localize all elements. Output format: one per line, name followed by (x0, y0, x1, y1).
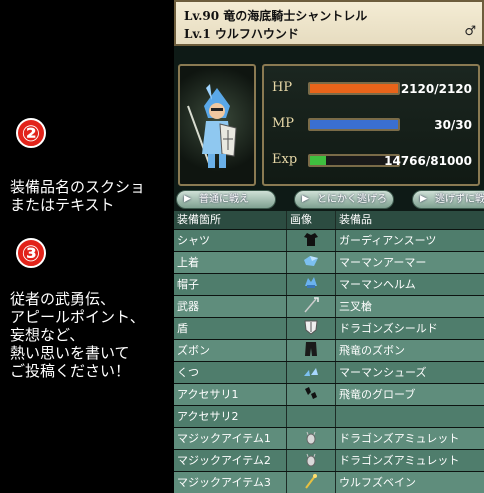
tactic-fight-label: 普通に戦え (199, 194, 249, 205)
fang-icon (302, 472, 320, 493)
item-name: ウルフズベイン (339, 476, 416, 489)
item-name: ドラゴンズアミュレット (339, 454, 460, 467)
item-name: ガーディアンスーツ (339, 234, 437, 247)
amulet-icon (302, 428, 320, 449)
helm-icon (302, 274, 320, 295)
armor-icon (302, 252, 320, 273)
tactic-button-no-flee[interactable]: ▶ 逃げずに戦 (412, 190, 484, 209)
item-name (336, 406, 484, 427)
table-row: マジックアイテム1 ドラゴンズアミュレット (174, 427, 484, 449)
step-badge-2: ② (16, 118, 46, 148)
instructions-panel: ② 装備品名のスクショ またはテキスト ③ 従者の武勇伝、 アピールポイント、 … (0, 0, 174, 493)
slot-name: アクセサリ1 (174, 384, 287, 405)
tactic-no-flee-label: 逃げずに戦 (435, 194, 484, 205)
slot-name: 武器 (174, 296, 287, 317)
table-row: マジックアイテム2 ドラゴンズアミュレット (174, 449, 484, 471)
step-3-text: 従者の武勇伝、 アピールポイント、 妄想など、 熱い思いを書いて ご投稿ください… (10, 290, 145, 380)
header-slot: 装備箇所 (174, 211, 287, 229)
item-image (287, 406, 336, 427)
table-row: ズボン 飛竜のズボン (174, 339, 484, 361)
table-row: アクセサリ2 (174, 405, 484, 427)
header-item: 装備品 (339, 213, 372, 226)
table-row: アクセサリ1 飛竜のグローブ (174, 383, 484, 405)
slot-name: マジックアイテム2 (174, 450, 287, 471)
table-row: 上着 マーマンアーマー (174, 251, 484, 273)
tactic-button-flee[interactable]: ▶ とにかく逃げろ (294, 190, 394, 209)
character-portrait (178, 64, 256, 186)
table-row: 盾 ドラゴンズシールド (174, 317, 484, 339)
item-image (287, 384, 336, 405)
mp-bar-fill (310, 120, 398, 129)
glove-icon (302, 384, 320, 405)
hp-value: 2120/2120 (400, 82, 472, 96)
item-name: マーマンシューズ (339, 366, 427, 379)
mp-label: MP (272, 116, 295, 131)
table-row: マジックアイテム3 ウルフズベイン (174, 471, 484, 493)
item-image (287, 472, 336, 493)
item-image (287, 274, 336, 295)
slot-name: 帽子 (174, 274, 287, 295)
header-image: 画像 (287, 211, 336, 229)
item-image (287, 318, 336, 339)
slot-name: シャツ (174, 230, 287, 251)
exp-bar-fill (310, 156, 326, 165)
item-name: マーマンアーマー (339, 256, 427, 269)
companion-title: Lv.1 ウルフハウンド (184, 27, 299, 41)
step-2-text: 装備品名のスクショ またはテキスト (10, 178, 146, 214)
stats-box: HP 2120/2120 MP 30/30 Exp 14766/81000 (262, 64, 480, 186)
pants-icon (302, 340, 320, 361)
equipment-table: 装備箇所 画像 装備品 シャツ ガーディアンスーツ 上着 マーマンアーマー 帽子 マーマン… (174, 211, 484, 493)
table-row: くつ マーマンシューズ (174, 361, 484, 383)
item-image (287, 428, 336, 449)
slot-name: 盾 (174, 318, 287, 339)
tactics-buttons: ▶ 普通に戦え ▶ とにかく逃げろ ▶ 逃げずに戦 (174, 190, 484, 210)
shield-icon (302, 318, 320, 339)
amulet-icon (302, 450, 320, 471)
mp-bar (308, 118, 400, 131)
spear-icon (302, 296, 320, 317)
play-icon: ▶ (420, 194, 427, 204)
mp-value: 30/30 (434, 118, 472, 132)
item-image (287, 340, 336, 361)
tactic-button-fight[interactable]: ▶ 普通に戦え (176, 190, 276, 209)
item-name: ドラゴンズシールド (339, 322, 438, 335)
item-name: 三叉槍 (339, 300, 372, 313)
item-image (287, 230, 336, 251)
play-icon: ▶ (302, 194, 309, 204)
hp-label: HP (272, 80, 293, 95)
item-name: ドラゴンズアミュレット (339, 432, 460, 445)
slot-name: くつ (174, 362, 287, 383)
shirt-icon (302, 230, 320, 251)
slot-name: 上着 (174, 252, 287, 273)
shoes-icon (302, 362, 320, 383)
character-header: Lv.90 竜の海底騎士シャントレル Lv.1 ウルフハウンド ♂ (174, 0, 484, 46)
table-header: 装備箇所 画像 装備品 (174, 211, 484, 229)
item-image (287, 450, 336, 471)
item-image (287, 362, 336, 383)
play-icon: ▶ (184, 194, 191, 204)
hp-bar (308, 82, 400, 95)
item-name: 飛竜のズボン (339, 344, 405, 357)
knight-sprite-icon (187, 82, 237, 168)
character-title: Lv.90 竜の海底騎士シャントレル (184, 9, 368, 23)
slot-name: ズボン (174, 340, 287, 361)
slot-name: アクセサリ2 (174, 406, 287, 427)
item-name: マーマンヘルム (339, 278, 416, 291)
gender-icon: ♂ (464, 24, 476, 39)
character-panel: Lv.90 竜の海底騎士シャントレル Lv.1 ウルフハウンド ♂ HP 212… (174, 0, 484, 493)
table-row: 帽子 マーマンヘルム (174, 273, 484, 295)
slot-name: マジックアイテム3 (174, 472, 287, 493)
hp-bar-fill (310, 84, 398, 93)
slot-name: マジックアイテム1 (174, 428, 287, 449)
exp-label: Exp (272, 152, 298, 167)
tactic-flee-label: とにかく逃げろ (317, 194, 387, 205)
exp-value: 14766/81000 (384, 154, 472, 168)
item-image (287, 296, 336, 317)
step-badge-3: ③ (16, 238, 46, 268)
item-image (287, 252, 336, 273)
item-name: 飛竜のグローブ (339, 388, 416, 401)
table-row: シャツ ガーディアンスーツ (174, 229, 484, 251)
table-row: 武器 三叉槍 (174, 295, 484, 317)
